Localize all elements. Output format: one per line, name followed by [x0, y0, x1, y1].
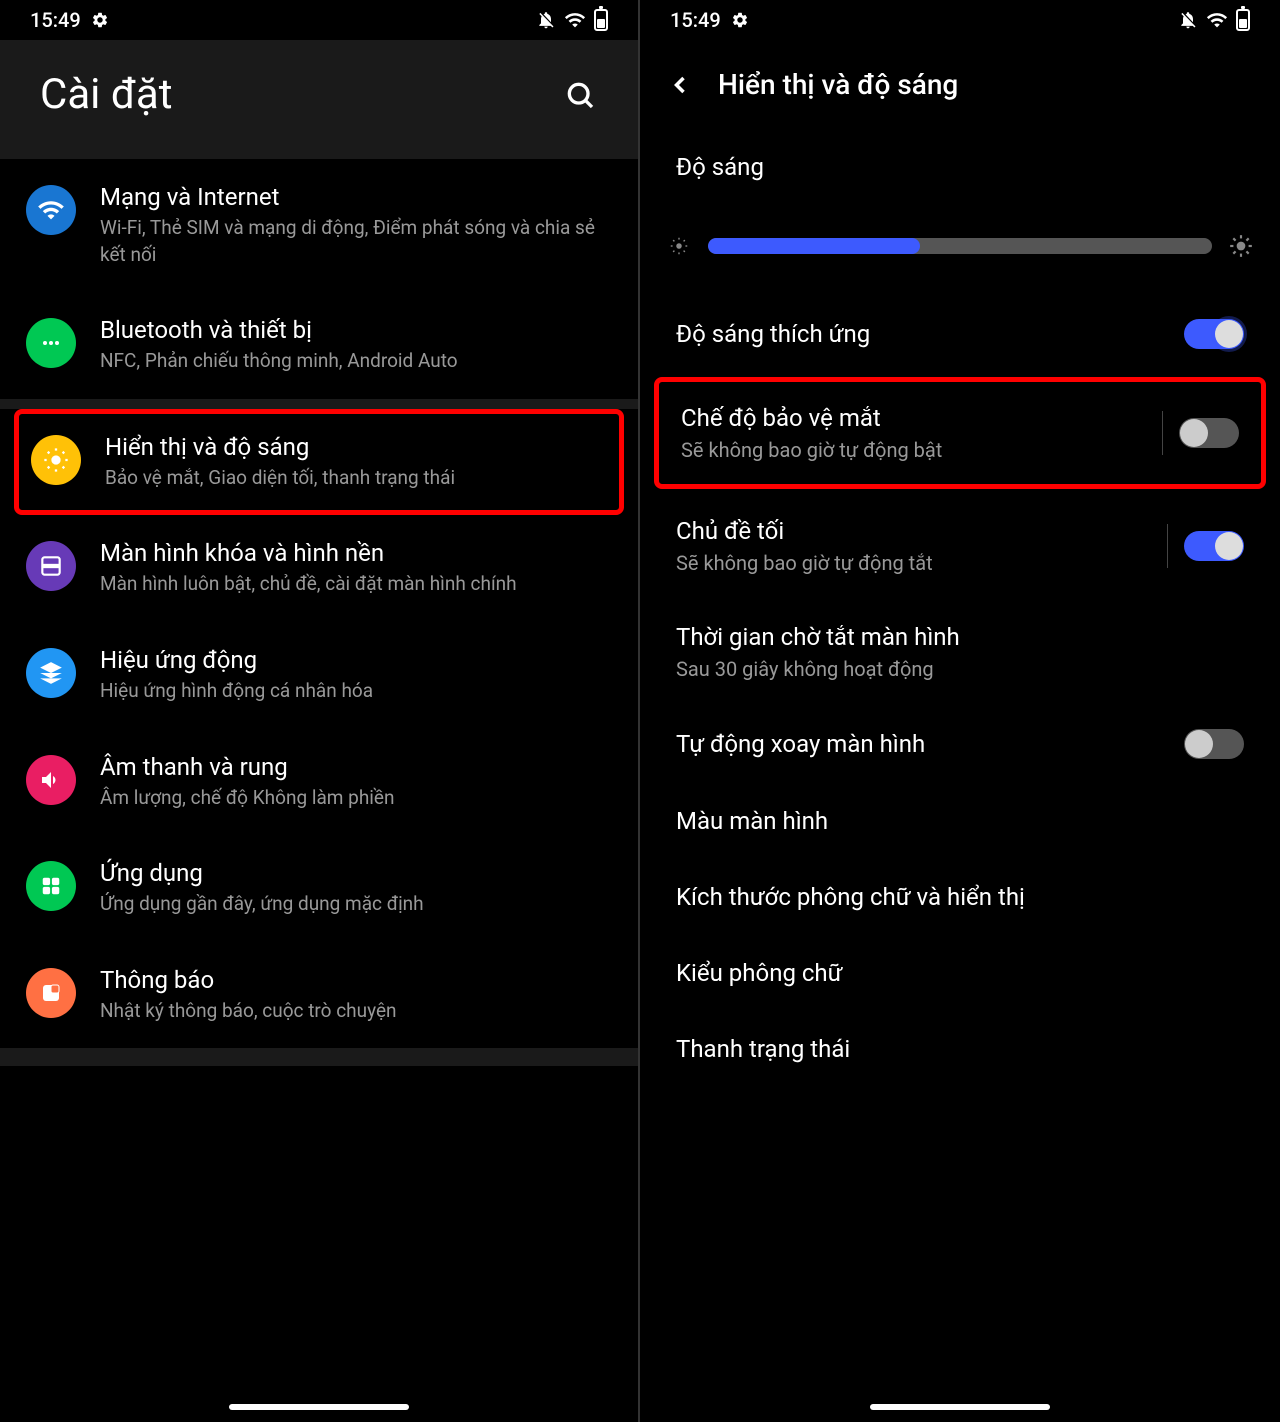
settings-screen: 15:49 Cài đặt M: [0, 0, 640, 1422]
setting-lockscreen[interactable]: Màn hình khóa và hình nền Màn hình luôn …: [0, 515, 638, 622]
page-title: Cài đặt: [40, 70, 173, 119]
setting-subtitle: Màn hình luôn bật, chủ đề, cài đặt màn h…: [100, 571, 612, 598]
item-subtitle: Sẽ không bao giờ tự động tắt: [676, 551, 1151, 575]
item-subtitle: Sẽ không bao giờ tự động bật: [681, 438, 1146, 462]
search-button[interactable]: [562, 77, 598, 113]
nav-bar[interactable]: [229, 1404, 409, 1410]
setting-title: Thông báo: [100, 966, 612, 994]
gear-icon: [731, 11, 749, 29]
setting-dark-theme[interactable]: Chủ đề tối Sẽ không bao giờ tự động tắt: [640, 493, 1280, 599]
toggle-dark-theme[interactable]: [1184, 531, 1244, 561]
highlight-eye-protection: Chế độ bảo vệ mắt Sẽ không bao giờ tự độ…: [654, 377, 1266, 489]
battery-icon: [594, 9, 608, 31]
display-settings-screen: 15:49 Hiển thị và độ sáng Độ sáng: [640, 0, 1280, 1422]
brightness-section-label: Độ sáng: [640, 129, 1280, 197]
item-title: Thanh trạng thái: [676, 1035, 1244, 1063]
setting-font-style[interactable]: Kiểu phông chữ: [640, 935, 1280, 1011]
notification-icon: [26, 968, 76, 1018]
item-title: Chế độ bảo vệ mắt: [681, 404, 1146, 432]
item-title: Màu màn hình: [676, 807, 1244, 835]
setting-title: Màn hình khóa và hình nền: [100, 539, 612, 567]
wallpaper-icon: [26, 541, 76, 591]
status-time: 15:49: [30, 8, 81, 32]
toggle-auto-rotate[interactable]: [1184, 729, 1244, 759]
setting-eye-protection[interactable]: Chế độ bảo vệ mắt Sẽ không bao giờ tự độ…: [659, 382, 1261, 484]
status-time: 15:49: [670, 8, 721, 32]
wifi-icon: [564, 9, 586, 31]
setting-title: Âm thanh và rung: [100, 753, 612, 781]
setting-subtitle: Wi-Fi, Thẻ SIM và mạng di động, Điểm phá…: [100, 215, 612, 268]
volume-icon: [26, 755, 76, 805]
setting-screen-color[interactable]: Màu màn hình: [640, 783, 1280, 859]
setting-title: Bluetooth và thiết bị: [100, 316, 612, 344]
layers-icon: [26, 648, 76, 698]
setting-auto-rotate[interactable]: Tự động xoay màn hình: [640, 705, 1280, 783]
setting-network[interactable]: Mạng và Internet Wi-Fi, Thẻ SIM và mạng …: [0, 159, 638, 292]
setting-font-size[interactable]: Kích thước phông chữ và hiển thị: [640, 859, 1280, 935]
battery-icon: [1236, 9, 1250, 31]
settings-list: Mạng và Internet Wi-Fi, Thẻ SIM và mạng …: [0, 159, 638, 1066]
setting-title: Hiển thị và độ sáng: [105, 433, 607, 461]
setting-title: Hiệu ứng động: [100, 646, 612, 674]
detail-header: Hiển thị và độ sáng: [640, 40, 1280, 129]
divider: [1167, 524, 1168, 568]
status-bar: 15:49: [640, 0, 1280, 40]
setting-bluetooth[interactable]: Bluetooth và thiết bị NFC, Phản chiếu th…: [0, 292, 638, 399]
setting-display[interactable]: Hiển thị và độ sáng Bảo vệ mắt, Giao diệ…: [14, 409, 624, 516]
wifi-icon: [26, 185, 76, 235]
setting-adaptive-brightness[interactable]: Độ sáng thích ứng: [640, 295, 1280, 373]
item-title: Tự động xoay màn hình: [676, 730, 1184, 758]
setting-notifications[interactable]: Thông báo Nhật ký thông báo, cuộc trò ch…: [0, 942, 638, 1049]
settings-header: Cài đặt: [0, 40, 638, 159]
setting-screen-timeout[interactable]: Thời gian chờ tắt màn hình Sau 30 giây k…: [640, 599, 1280, 705]
setting-subtitle: Ứng dụng gần đây, ứng dụng mặc định: [100, 891, 612, 918]
back-button[interactable]: [666, 71, 694, 99]
nav-bar[interactable]: [870, 1404, 1050, 1410]
brightness-low-icon: [666, 233, 692, 259]
setting-subtitle: Hiệu ứng hình động cá nhân hóa: [100, 678, 612, 705]
setting-sound[interactable]: Âm thanh và rung Âm lượng, chế độ Không …: [0, 729, 638, 836]
setting-apps[interactable]: Ứng dụng Ứng dụng gần đây, ứng dụng mặc …: [0, 835, 638, 942]
brightness-icon: [31, 435, 81, 485]
detail-title: Hiển thị và độ sáng: [718, 68, 958, 101]
brightness-high-icon: [1228, 233, 1254, 259]
notification-off-icon: [536, 10, 556, 30]
setting-subtitle: Nhật ký thông báo, cuộc trò chuyện: [100, 998, 612, 1025]
brightness-slider[interactable]: [708, 238, 1212, 254]
toggle-eye-protection[interactable]: [1179, 418, 1239, 448]
setting-title: Mạng và Internet: [100, 183, 612, 211]
status-bar: 15:49: [0, 0, 638, 40]
more-icon: [26, 318, 76, 368]
item-subtitle: Sau 30 giây không hoạt động: [676, 657, 1244, 681]
brightness-slider-row: [640, 197, 1280, 295]
gear-icon: [91, 11, 109, 29]
wifi-icon: [1206, 9, 1228, 31]
apps-icon: [26, 861, 76, 911]
item-title: Kích thước phông chữ và hiển thị: [676, 883, 1244, 911]
toggle-adaptive-brightness[interactable]: [1184, 319, 1244, 349]
setting-subtitle: Bảo vệ mắt, Giao diện tối, thanh trạng t…: [105, 465, 607, 492]
setting-animation[interactable]: Hiệu ứng động Hiệu ứng hình động cá nhân…: [0, 622, 638, 729]
setting-title: Ứng dụng: [100, 859, 612, 887]
setting-subtitle: NFC, Phản chiếu thông minh, Android Auto: [100, 348, 612, 375]
notification-off-icon: [1178, 10, 1198, 30]
item-title: Chủ đề tối: [676, 517, 1151, 545]
setting-status-bar[interactable]: Thanh trạng thái: [640, 1011, 1280, 1087]
item-title: Độ sáng thích ứng: [676, 320, 1184, 348]
item-title: Thời gian chờ tắt màn hình: [676, 623, 1244, 651]
setting-subtitle: Âm lượng, chế độ Không làm phiền: [100, 785, 612, 812]
item-title: Kiểu phông chữ: [676, 959, 1244, 987]
divider: [1162, 411, 1163, 455]
